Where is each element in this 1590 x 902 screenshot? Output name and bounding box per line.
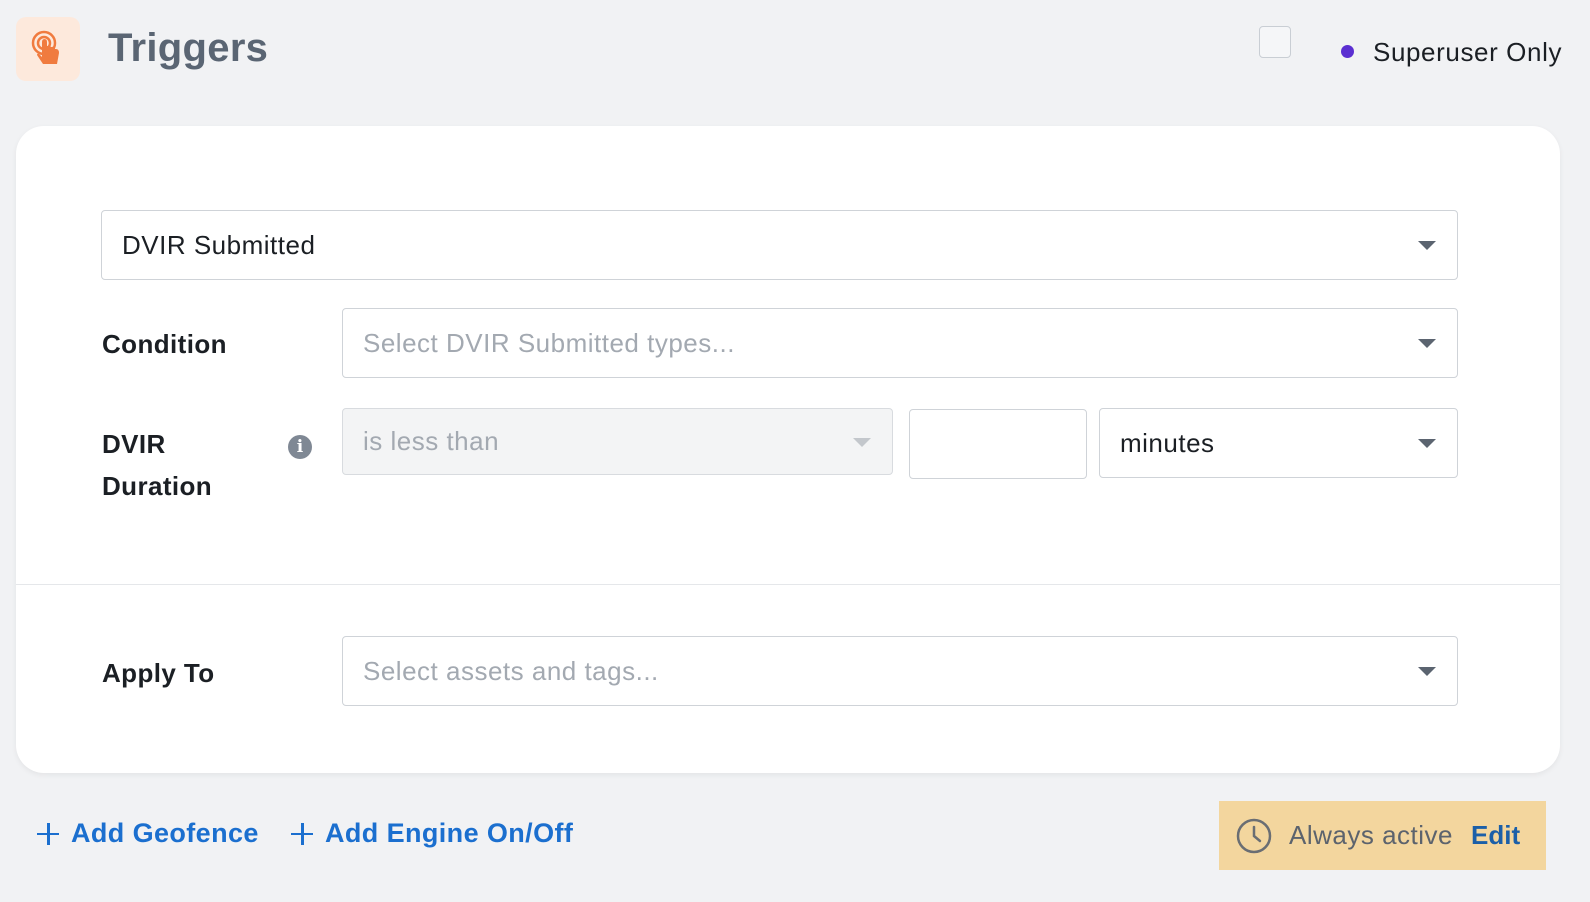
header: Triggers Superuser Only xyxy=(0,0,1590,104)
plus-icon xyxy=(291,822,313,845)
trigger-type-value: DVIR Submitted xyxy=(122,229,316,260)
apply-to-label: Apply To xyxy=(102,658,215,688)
superuser-only-label: Superuser Only xyxy=(1373,37,1563,67)
apply-to-placeholder: Select assets and tags... xyxy=(363,655,659,686)
duration-operator-select[interactable]: is less than xyxy=(342,408,893,475)
section-divider xyxy=(16,584,1560,585)
duration-operator-value: is less than xyxy=(363,426,500,456)
add-engine-on-off-button[interactable]: Add Engine On/Off xyxy=(291,818,573,849)
dvir-duration-label-line2: Duration xyxy=(102,471,213,501)
condition-placeholder: Select DVIR Submitted types... xyxy=(363,327,735,358)
add-geofence-label: Add Geofence xyxy=(71,818,259,848)
triggers-panel: Triggers Superuser Only DVIR Submitted C… xyxy=(0,0,1590,902)
info-icon[interactable]: i xyxy=(288,435,312,459)
page-title: Triggers xyxy=(108,26,269,70)
dvir-duration-label-line1: DVIR xyxy=(102,429,166,459)
add-geofence-button[interactable]: Add Geofence xyxy=(37,818,259,849)
superuser-only-checkbox[interactable] xyxy=(1259,26,1291,58)
schedule-text: Always active xyxy=(1289,820,1453,850)
duration-value-input[interactable] xyxy=(909,409,1087,479)
edit-schedule-button[interactable]: Edit xyxy=(1471,820,1520,851)
condition-select[interactable]: Select DVIR Submitted types... xyxy=(342,308,1458,378)
tap-hand-icon xyxy=(16,17,80,81)
plus-icon xyxy=(37,822,59,845)
add-engine-label: Add Engine On/Off xyxy=(325,818,574,848)
chevron-down-icon xyxy=(1418,439,1436,448)
chevron-down-icon xyxy=(1418,241,1436,250)
clock-icon xyxy=(1236,818,1272,853)
trigger-type-select[interactable]: DVIR Submitted xyxy=(101,210,1458,280)
chevron-down-icon xyxy=(1418,339,1436,348)
chevron-down-icon xyxy=(1418,667,1436,676)
apply-to-select[interactable]: Select assets and tags... xyxy=(342,636,1458,706)
duration-unit-value: minutes xyxy=(1120,427,1215,458)
trigger-card: DVIR Submitted Condition Select DVIR Sub… xyxy=(16,126,1560,773)
schedule-status: Always active Edit xyxy=(1219,801,1546,870)
chevron-down-icon xyxy=(853,437,871,447)
superuser-indicator-dot xyxy=(1341,45,1354,58)
duration-unit-select[interactable]: minutes xyxy=(1099,408,1458,478)
dvir-duration-label: DVIR Duration xyxy=(102,423,212,507)
condition-label: Condition xyxy=(102,329,227,359)
